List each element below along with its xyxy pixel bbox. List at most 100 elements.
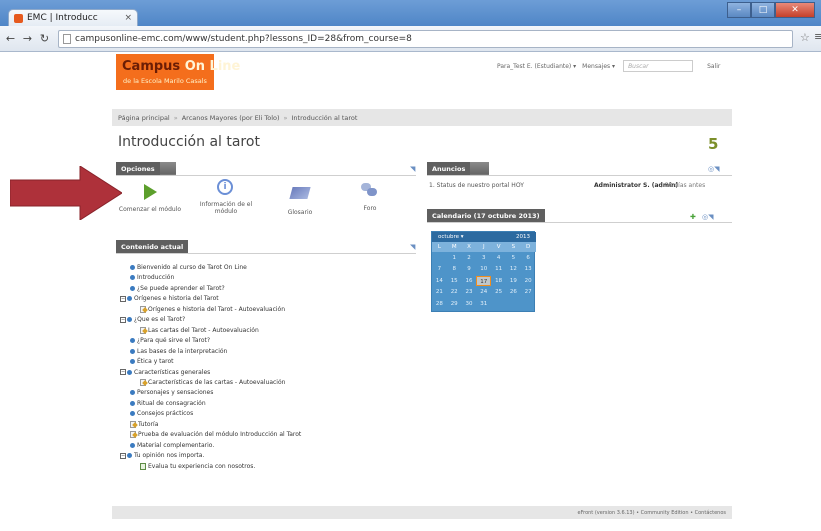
calendar-day[interactable]: 7 [432,264,447,274]
collapse-toggle-icon[interactable]: − [120,452,126,459]
bookmark-star-icon[interactable]: ☆ [800,31,810,44]
announcement-item[interactable]: 1. Status de nuestro portal HOY Administ… [429,182,729,192]
tree-item[interactable]: Tutoría [130,420,158,429]
options-pin-icon[interactable]: ◥ [410,165,415,173]
calendar-day[interactable]: 3 [476,253,491,263]
calendar-day[interactable]: 28 [432,299,447,309]
tree-item-label[interactable]: Introducción [137,274,174,281]
calendar-day[interactable]: 10 [476,264,491,274]
calendar-day[interactable]: 15 [447,276,462,286]
minimize-button[interactable]: – [727,2,751,18]
forward-icon[interactable]: → [21,32,34,45]
tree-item-label[interactable]: ¿Se puede aprender el Tarot? [137,285,225,292]
tree-item[interactable]: − Características generales [120,368,210,377]
browser-menu-icon[interactable]: ≡ [814,30,821,43]
logout-link[interactable]: Salir [707,63,720,70]
tree-item-label[interactable]: Características generales [134,369,210,376]
option-start-module[interactable]: Comenzar el módulo [118,184,182,213]
calendar-day[interactable]: 9 [462,264,477,274]
calendar-add-icon[interactable]: ✚ [690,213,696,221]
calendar-day[interactable]: 22 [447,287,462,297]
calendar-day[interactable]: 4 [491,253,506,263]
tree-item[interactable]: ¿Para qué sirve el Tarot? [130,336,210,345]
tree-item-label[interactable]: Características de las cartas - Autoeval… [148,379,285,386]
calendar-day[interactable]: 8 [447,264,462,274]
tree-item-label[interactable]: Ritual de consagración [137,400,206,407]
calendar-day[interactable]: 12 [506,264,521,274]
calendar-day[interactable]: 6 [521,253,536,263]
address-bar[interactable]: campusonline-emc.com/www/student.php?les… [58,30,793,48]
calendar-day[interactable]: 14 [432,276,447,286]
option-glossary[interactable]: Glosario [272,184,328,216]
tree-item[interactable]: Consejos prácticos [130,409,193,418]
tree-item[interactable]: Personajes y sensaciones [130,388,213,397]
tree-item-label[interactable]: ¿Que es el Tarot? [134,316,185,323]
calendar-day[interactable]: 16 [462,276,477,286]
announcement-title[interactable]: 1. Status de nuestro portal HOY [429,182,524,189]
tree-item[interactable]: ¿Se puede aprender el Tarot? [130,284,225,293]
tree-item[interactable]: Material complementario. [130,441,214,450]
calendar-day[interactable]: 25 [491,287,506,297]
content-pin-icon[interactable]: ◥ [410,243,415,251]
calendar-day[interactable]: 1 [447,253,462,263]
tree-item-label[interactable]: Tu opinión nos importa. [134,452,204,459]
option-forum[interactable]: Foro [342,183,398,212]
calendar-day[interactable]: 5 [506,253,521,263]
calendar-day[interactable]: 31 [476,299,491,309]
tree-item[interactable]: Ritual de consagración [130,399,206,408]
calendar-today[interactable]: 17 [476,275,492,286]
tree-item-label[interactable]: Consejos prácticos [137,410,193,417]
tree-item[interactable]: Las cartas del Tarot - Autoevaluación [140,326,259,335]
calendar-day[interactable]: 2 [462,253,477,263]
tree-item-label[interactable]: Ética y tarot [137,358,174,365]
tree-item[interactable]: Prueba de evaluación del módulo Introduc… [130,430,301,439]
close-window-button[interactable]: ✕ [775,2,815,18]
tree-item-label[interactable]: Personajes y sensaciones [137,389,213,396]
tree-item[interactable]: Ética y tarot [130,357,174,366]
campus-logo[interactable]: Campus On Line de la Escola Marilo Casal… [116,54,240,90]
collapse-toggle-icon[interactable]: − [120,295,126,302]
maximize-button[interactable]: □ [751,2,775,18]
calendar-day[interactable]: 29 [447,299,462,309]
tree-item-label[interactable]: Orígenes e historia del Tarot [134,295,219,302]
tree-item[interactable]: Evalua tu experiencia con nosotros. [140,462,255,471]
breadcrumb-lesson[interactable]: Introducción al tarot [292,114,358,122]
back-icon[interactable]: ← [4,32,17,45]
tree-item[interactable]: Características de las cartas - Autoeval… [140,378,285,387]
calendar-day[interactable]: 27 [521,287,536,297]
tree-item-label[interactable]: Material complementario. [137,442,214,449]
tree-item[interactable]: − Orígenes e historia del Tarot [120,294,219,303]
breadcrumb-course[interactable]: Arcanos Mayores (por Eli Tolo) [182,114,280,122]
calendar-day[interactable]: 20 [521,276,536,286]
option-module-info[interactable]: i Información de el módulo [194,179,258,215]
tree-item-label[interactable]: Tutoría [138,421,158,428]
collapse-toggle-icon[interactable]: − [120,316,126,323]
calendar-day[interactable]: 18 [491,276,506,286]
tree-item-label[interactable]: ¿Para qué sirve el Tarot? [137,337,210,344]
tree-item-label[interactable]: Evalua tu experiencia con nosotros. [148,463,255,470]
tree-item[interactable]: Las bases de la interpretación [130,347,227,356]
calendar-day[interactable]: 11 [491,264,506,274]
tree-item-label[interactable]: Las bases de la interpretación [137,348,227,355]
tree-item[interactable]: − Tu opinión nos importa. [120,451,204,460]
tree-item-label[interactable]: Prueba de evaluación del módulo Introduc… [138,431,301,438]
tab-close-icon[interactable]: × [124,13,132,23]
user-menu[interactable]: Para_Test E. (Estudiante) ▾ [497,63,576,70]
tree-item[interactable]: − ¿Que es el Tarot? [120,315,185,324]
tree-item-label[interactable]: Bienvenido al curso de Tarot On Line [137,264,247,271]
tree-item[interactable]: Introducción [130,273,174,282]
breadcrumb-home[interactable]: Página principal [118,114,170,122]
calendar-day[interactable]: 13 [521,264,536,274]
search-input[interactable]: Buscar [623,60,694,72]
calendar-month-select[interactable]: octubre ▾ [438,234,464,240]
calendar-day[interactable]: 19 [506,276,521,286]
messages-menu[interactable]: Mensajes ▾ [582,63,615,70]
tree-item-label[interactable]: Las cartas del Tarot - Autoevaluación [148,327,259,334]
tree-item[interactable]: Orígenes e historia del Tarot - Autoeval… [140,305,285,314]
calendar-day[interactable]: 21 [432,287,447,297]
tree-item[interactable]: Bienvenido al curso de Tarot On Line [130,263,247,272]
browser-tab[interactable]: EMC | Introducc × [8,9,138,26]
calendar-day[interactable]: 24 [476,287,491,297]
calendar-day[interactable]: 26 [506,287,521,297]
calendar-actions-icon[interactable]: ◎◥ [702,213,714,221]
